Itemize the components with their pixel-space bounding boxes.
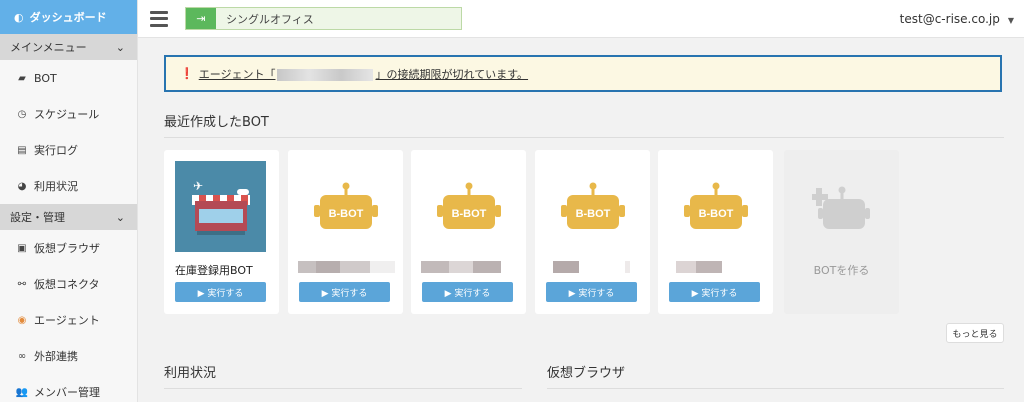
agent-icon: ◉ bbox=[17, 314, 27, 326]
chevron-down-icon: ⌄ bbox=[115, 210, 125, 224]
bot-icon: ▰ bbox=[18, 72, 26, 84]
paper-plane-icon: ✈ bbox=[193, 179, 204, 193]
top-bar: ⇥ シングルオフィス test@c-rise.co.jp ▼ bbox=[138, 0, 1024, 38]
alert-prefix: エージェント「 bbox=[198, 67, 276, 81]
bot-badge-text: B-BOT bbox=[576, 208, 611, 220]
redacted-bot-name bbox=[421, 261, 501, 273]
divider bbox=[164, 388, 522, 389]
chevron-down-icon: ⌄ bbox=[115, 40, 125, 54]
exclamation-icon: ❗ bbox=[180, 67, 194, 80]
browser-icon: ▣ bbox=[17, 242, 27, 254]
run-button[interactable]: ▶ 実行する bbox=[422, 282, 513, 302]
connection-alert: ❗ エージェント「 」の接続期限が切れています。 bbox=[164, 55, 1002, 92]
sidebar-item-bot[interactable]: ▰ BOT bbox=[0, 60, 137, 96]
run-button[interactable]: ▶ 実行する bbox=[546, 282, 637, 302]
sidebar-item-integration[interactable]: ∞ 外部連携 bbox=[0, 338, 137, 374]
create-bot-label: BOTを作る bbox=[813, 264, 870, 277]
menu-icon[interactable] bbox=[150, 10, 168, 27]
run-button[interactable]: ▶ 実行する bbox=[669, 282, 760, 302]
alert-suffix: 」の接続期限が切れています。 bbox=[375, 67, 529, 81]
recent-bots-heading: 最近作成したBOT bbox=[164, 115, 269, 130]
bot-card[interactable]: B-BOT ▶ 実行する bbox=[658, 150, 773, 314]
sidebar-item-members[interactable]: 👥 メンバー管理 bbox=[0, 374, 137, 402]
bot-card[interactable]: B-BOT ▶ 実行する bbox=[535, 150, 650, 314]
alert-link[interactable]: エージェント「 」の接続期限が切れています。 bbox=[199, 66, 528, 82]
pie-chart-icon: ◕ bbox=[17, 180, 27, 192]
link-icon: ∞ bbox=[17, 350, 27, 362]
run-button[interactable]: ▶ 実行する bbox=[299, 282, 390, 302]
bot-card[interactable]: B-BOT ▶ 実行する bbox=[288, 150, 403, 314]
divider bbox=[547, 388, 1004, 389]
redacted-bot-name bbox=[553, 261, 630, 273]
run-button[interactable]: ▶ 実行する bbox=[175, 282, 266, 302]
office-selector[interactable]: ⇥ シングルオフィス bbox=[185, 7, 462, 30]
redacted-bot-name bbox=[298, 261, 395, 273]
bot-title: 在庫登録用BOT bbox=[175, 264, 253, 277]
redacted-bot-name bbox=[676, 261, 722, 273]
sidebar-item-schedule[interactable]: ◷ スケジュール bbox=[0, 96, 137, 132]
sidebar-item-virtual-connector[interactable]: ⚯ 仮想コネクタ bbox=[0, 266, 137, 302]
bbot-robot-icon: B-BOT bbox=[684, 182, 748, 229]
sidebar-item-usage[interactable]: ◕ 利用状況 bbox=[0, 168, 137, 204]
user-menu[interactable]: test@c-rise.co.jp ▼ bbox=[900, 12, 1014, 26]
see-more-button[interactable]: もっと見る bbox=[946, 323, 1004, 343]
sidebar-item-label: BOT bbox=[34, 71, 57, 85]
bot-thumbnail: ✈ bbox=[175, 161, 266, 252]
connector-icon: ⚯ bbox=[17, 278, 27, 290]
dashboard-icon: ◐ bbox=[14, 10, 24, 24]
sidebar-item-label: 仮想ブラウザ bbox=[34, 242, 100, 255]
clock-icon: ◷ bbox=[17, 108, 27, 120]
sidebar: ◐ ダッシュボード メインメニュー ⌄ ▰ BOT ◷ スケジュール ▤ 実行ロ… bbox=[0, 0, 138, 402]
virtual-browser-heading: 仮想ブラウザ bbox=[547, 366, 626, 381]
add-bot-icon bbox=[812, 186, 870, 229]
caret-down-icon: ▼ bbox=[1007, 16, 1014, 25]
sidebar-item-virtual-browser[interactable]: ▣ 仮想ブラウザ bbox=[0, 230, 137, 266]
bbot-robot-icon: B-BOT bbox=[561, 182, 625, 229]
sign-in-icon[interactable]: ⇥ bbox=[186, 8, 216, 29]
sidebar-item-label: メンバー管理 bbox=[34, 386, 100, 399]
sidebar-item-dashboard[interactable]: ◐ ダッシュボード bbox=[0, 0, 137, 34]
sidebar-section-main-menu[interactable]: メインメニュー ⌄ bbox=[0, 34, 137, 60]
bot-badge-text: B-BOT bbox=[699, 208, 734, 220]
bbot-robot-icon: B-BOT bbox=[437, 182, 501, 229]
sidebar-item-agent[interactable]: ◉ エージェント bbox=[0, 302, 137, 338]
bot-badge-text: B-BOT bbox=[329, 208, 364, 220]
user-email: test@c-rise.co.jp bbox=[899, 12, 1000, 26]
sidebar-section-settings[interactable]: 設定・管理 ⌄ bbox=[0, 204, 137, 230]
sidebar-item-label: 実行ログ bbox=[34, 144, 78, 157]
sidebar-item-label: ダッシュボード bbox=[29, 11, 107, 24]
sidebar-item-execution-log[interactable]: ▤ 実行ログ bbox=[0, 132, 137, 168]
usage-heading: 利用状況 bbox=[164, 366, 217, 381]
sidebar-section-title: メインメニュー bbox=[10, 41, 87, 54]
office-name: シングルオフィス bbox=[226, 12, 314, 26]
sidebar-item-label: 利用状況 bbox=[34, 180, 78, 193]
bot-badge-text: B-BOT bbox=[452, 208, 487, 220]
sidebar-item-label: 外部連携 bbox=[34, 350, 78, 363]
divider bbox=[164, 137, 1004, 138]
sidebar-item-label: スケジュール bbox=[34, 108, 100, 121]
create-bot-card[interactable]: BOTを作る bbox=[784, 150, 899, 314]
sidebar-section-title: 設定・管理 bbox=[10, 211, 65, 224]
sidebar-item-label: エージェント bbox=[34, 314, 100, 327]
users-icon: 👥 bbox=[15, 386, 29, 398]
redacted-agent-name bbox=[277, 68, 374, 81]
bot-card[interactable]: ✈ 在庫登録用BOT ▶ 実行する bbox=[164, 150, 279, 314]
bot-card[interactable]: B-BOT ▶ 実行する bbox=[411, 150, 526, 314]
document-icon: ▤ bbox=[17, 144, 27, 156]
main-content: ❗ エージェント「 」の接続期限が切れています。 最近作成したBOT ✈ 在庫登録… bbox=[138, 38, 1024, 402]
sidebar-item-label: 仮想コネクタ bbox=[34, 278, 100, 291]
bbot-robot-icon: B-BOT bbox=[314, 182, 378, 229]
